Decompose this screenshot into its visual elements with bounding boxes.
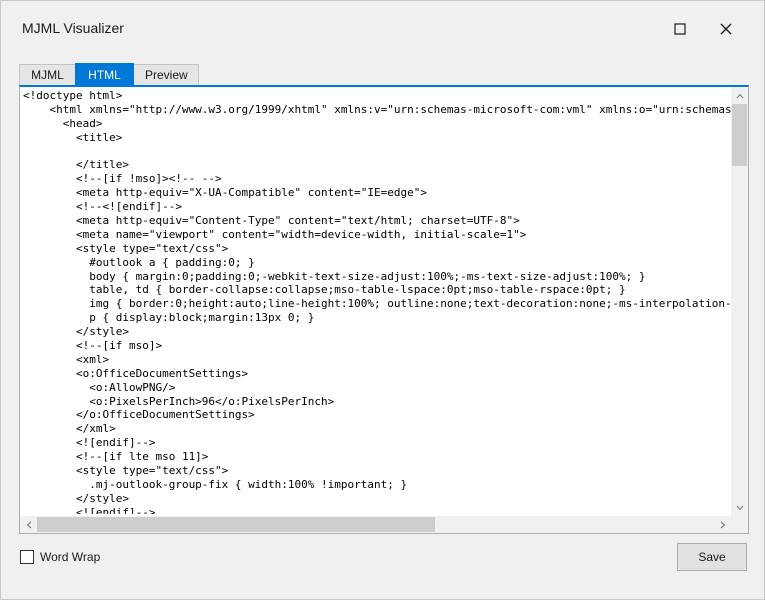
window-title: MJML Visualizer bbox=[22, 20, 124, 36]
code-line: <o:AllowPNG/> bbox=[23, 380, 176, 394]
code-line: body { margin:0;padding:0;-webkit-text-s… bbox=[23, 269, 646, 283]
word-wrap-label: Word Wrap bbox=[40, 550, 101, 564]
scroll-down-button[interactable] bbox=[731, 499, 748, 516]
html-code-panel: <!doctype html> <html xmlns="http://www.… bbox=[19, 85, 749, 534]
code-line: <head> bbox=[23, 116, 103, 130]
chevron-right-icon bbox=[720, 521, 725, 528]
code-line: p { display:block;margin:13px 0; } bbox=[23, 311, 315, 325]
chevron-up-icon bbox=[736, 93, 743, 98]
code-line: </xml> bbox=[23, 422, 116, 436]
save-button[interactable]: Save bbox=[677, 543, 747, 571]
code-line: #outlook a { padding:0; } bbox=[23, 255, 255, 269]
tab-mjml[interactable]: MJML bbox=[19, 64, 76, 85]
code-line: <style type="text/css"> bbox=[23, 241, 229, 255]
tab-strip: MJML HTML Preview bbox=[19, 63, 199, 86]
chevron-left-icon bbox=[26, 521, 31, 528]
code-line: <![endif]--> bbox=[23, 436, 156, 450]
vertical-scroll-thumb[interactable] bbox=[732, 104, 747, 166]
close-icon bbox=[720, 23, 732, 35]
tab-preview[interactable]: Preview bbox=[133, 64, 199, 85]
code-line: <!--[if mso]> bbox=[23, 339, 163, 353]
horizontal-scrollbar[interactable] bbox=[20, 516, 731, 533]
code-line: </o:OfficeDocumentSettings> bbox=[23, 408, 255, 422]
tab-html[interactable]: HTML bbox=[75, 63, 134, 86]
title-bar: MJML Visualizer bbox=[1, 1, 764, 57]
html-code-editor[interactable]: <!doctype html> <html xmlns="http://www.… bbox=[23, 89, 731, 514]
code-line: <meta name="viewport" content="width=dev… bbox=[23, 227, 527, 241]
code-line: <style type="text/css"> bbox=[23, 464, 229, 478]
code-line: <o:OfficeDocumentSettings> bbox=[23, 366, 249, 380]
code-line: <meta http-equiv="Content-Type" content=… bbox=[23, 214, 520, 228]
chevron-down-icon bbox=[736, 505, 743, 510]
code-line: <xml> bbox=[23, 352, 110, 366]
word-wrap-toggle[interactable]: Word Wrap bbox=[20, 550, 100, 564]
code-line: </style> bbox=[23, 325, 129, 339]
maximize-icon bbox=[674, 23, 686, 35]
code-line: table, td { border-collapse:collapse;mso… bbox=[23, 283, 626, 297]
code-line: <title> bbox=[23, 130, 123, 144]
maximize-button[interactable] bbox=[657, 13, 703, 45]
code-line: <!--[if lte mso 11]> bbox=[23, 450, 209, 464]
code-line: <!--[if !mso]><!-- --> bbox=[23, 172, 222, 186]
code-line: </title> bbox=[23, 158, 129, 172]
scrollbar-corner bbox=[731, 516, 748, 533]
mjml-visualizer-window: MJML Visualizer MJML HTML Preview <!doct… bbox=[0, 0, 765, 600]
code-line: <![endif]--> bbox=[23, 505, 156, 514]
code-line: .mj-outlook-group-fix { width:100% !impo… bbox=[23, 477, 408, 491]
vertical-scrollbar[interactable] bbox=[731, 87, 748, 516]
scroll-up-button[interactable] bbox=[731, 87, 748, 104]
code-line: img { border:0;height:auto;line-height:1… bbox=[89, 297, 731, 311]
horizontal-scroll-thumb[interactable] bbox=[37, 517, 435, 532]
close-button[interactable] bbox=[703, 13, 749, 45]
scroll-right-button[interactable] bbox=[714, 516, 731, 533]
scroll-left-button[interactable] bbox=[20, 516, 37, 533]
code-line: </style> bbox=[23, 491, 129, 505]
code-line: <meta http-equiv="X-UA-Compatible" conte… bbox=[23, 186, 427, 200]
word-wrap-checkbox[interactable] bbox=[20, 550, 34, 564]
code-line: <html xmlns="http://www.w3.org/1999/xhtm… bbox=[49, 102, 731, 116]
code-line: <o:PixelsPerInch>96</o:PixelsPerInch> bbox=[23, 394, 335, 408]
code-line: <!doctype html> bbox=[23, 89, 123, 102]
code-line: <!--<![endif]--> bbox=[23, 200, 182, 214]
